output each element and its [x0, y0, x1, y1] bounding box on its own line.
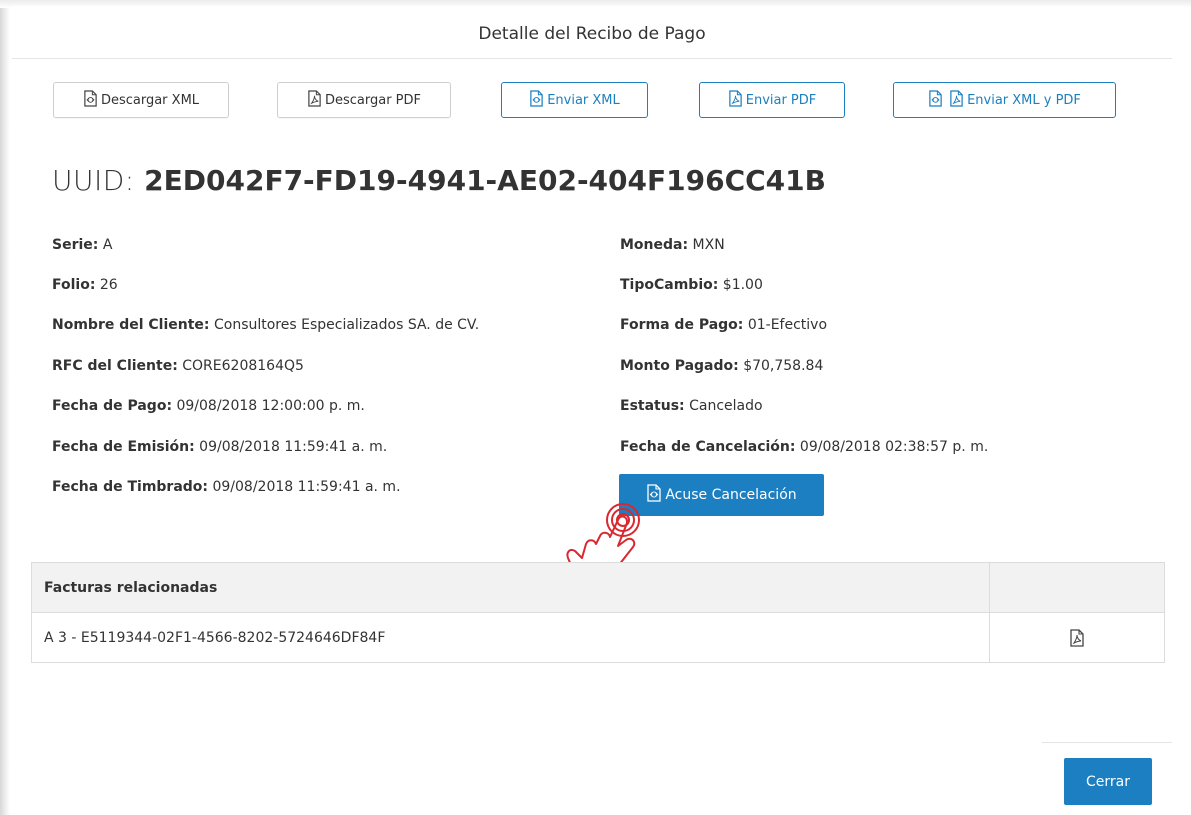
- send-xml-pdf-button[interactable]: Enviar XML y PDF: [893, 82, 1116, 118]
- field-label: Nombre del Cliente:: [52, 317, 210, 333]
- uuid-label: UUID:: [52, 164, 145, 197]
- table-header-row: Facturas relacionadas: [31, 562, 1165, 613]
- download-pdf-label: Descargar PDF: [324, 92, 422, 108]
- send-xml-label: Enviar XML: [547, 92, 620, 108]
- download-pdf-button[interactable]: Descargar PDF: [277, 82, 451, 118]
- field-issue-date: Fecha de Emisión: 09/08/2018 11:59:41 a.…: [52, 439, 387, 455]
- uuid-value: 2ED042F7-FD19-4941-AE02-404F196CC41B: [144, 164, 826, 197]
- field-value: 09/08/2018 02:38:57 p. m.: [795, 439, 989, 455]
- xml-file-icon: [928, 89, 946, 111]
- field-folio: Folio: 26: [52, 277, 118, 293]
- field-client-rfc: RFC del Cliente: CORE6208164Q5: [52, 358, 304, 374]
- field-label: Forma de Pago:: [620, 317, 744, 333]
- field-value: 09/08/2018 11:59:41 a. m.: [208, 479, 401, 495]
- send-xml-pdf-label: Enviar XML y PDF: [967, 92, 1081, 108]
- field-currency: Moneda: MXN: [620, 237, 725, 253]
- field-exchange-rate: TipoCambio: $1.00: [620, 277, 763, 293]
- uuid-heading: UUID: 2ED042F7-FD19-4941-AE02-404F196CC4…: [52, 164, 826, 197]
- related-invoice-pdf-button[interactable]: [989, 612, 1165, 663]
- send-xml-button[interactable]: Enviar XML: [501, 82, 648, 118]
- field-stamp-date: Fecha de Timbrado: 09/08/2018 11:59:41 a…: [52, 479, 401, 495]
- field-value: 09/08/2018 12:00:00 p. m.: [172, 398, 365, 414]
- pdf-file-icon: [949, 89, 967, 111]
- field-label: Monto Pagado:: [620, 358, 739, 374]
- xml-file-icon: [83, 89, 101, 111]
- download-xml-button[interactable]: Descargar XML: [53, 82, 229, 118]
- field-amount-paid: Monto Pagado: $70,758.84: [620, 358, 823, 374]
- field-serie: Serie: A: [52, 237, 112, 253]
- field-label: TipoCambio:: [620, 277, 719, 293]
- field-payment-method: Forma de Pago: 01-Efectivo: [620, 317, 827, 333]
- pdf-file-icon: [728, 89, 746, 111]
- pdf-file-icon: [1069, 628, 1085, 647]
- field-value: 01-Efectivo: [743, 317, 828, 333]
- related-invoice-text: A 3 - E5119344-02F1-4566-8202-5724646DF8…: [31, 612, 990, 663]
- background-edge: [0, 0, 10, 815]
- field-label: Fecha de Emisión:: [52, 439, 195, 455]
- related-invoices-table: Facturas relacionadas A 3 - E5119344-02F…: [31, 562, 1165, 663]
- field-label: Estatus:: [620, 398, 685, 414]
- field-label: Fecha de Pago:: [52, 398, 173, 414]
- header-divider: [12, 58, 1172, 59]
- table-header-invoices: Facturas relacionadas: [31, 562, 990, 613]
- field-value: $70,758.84: [738, 358, 824, 374]
- send-pdf-button[interactable]: Enviar PDF: [699, 82, 845, 118]
- close-button[interactable]: Cerrar: [1064, 758, 1152, 805]
- field-value: A: [98, 237, 113, 253]
- field-client-name: Nombre del Cliente: Consultores Especial…: [52, 317, 479, 333]
- field-label: Fecha de Cancelación:: [620, 439, 796, 455]
- field-value: 09/08/2018 11:59:41 a. m.: [194, 439, 388, 455]
- field-cancellation-date: Fecha de Cancelación: 09/08/2018 02:38:5…: [620, 439, 988, 455]
- table-row: A 3 - E5119344-02F1-4566-8202-5724646DF8…: [31, 612, 1165, 663]
- field-value: $1.00: [718, 277, 763, 293]
- dialog-title: Detalle del Recibo de Pago: [478, 24, 706, 44]
- field-label: Moneda:: [620, 237, 689, 253]
- field-value: CORE6208164Q5: [177, 358, 304, 374]
- xml-file-icon: [529, 89, 547, 111]
- field-payment-date: Fecha de Pago: 09/08/2018 12:00:00 p. m.: [52, 398, 365, 414]
- dialog-header: Detalle del Recibo de Pago: [12, 16, 1172, 60]
- field-label: RFC del Cliente:: [52, 358, 178, 374]
- send-pdf-label: Enviar PDF: [745, 92, 817, 108]
- footer-divider: [1042, 742, 1172, 743]
- pdf-file-icon: [307, 89, 325, 111]
- field-label: Fecha de Timbrado:: [52, 479, 209, 495]
- field-value: MXN: [688, 237, 725, 253]
- field-value: 26: [95, 277, 118, 293]
- field-label: Folio:: [52, 277, 96, 293]
- field-label: Serie:: [52, 237, 99, 253]
- field-status: Estatus: Cancelado: [620, 398, 763, 414]
- field-value: Cancelado: [684, 398, 763, 414]
- table-header-actions: [989, 562, 1165, 613]
- field-value: Consultores Especializados SA. de CV.: [209, 317, 480, 333]
- download-xml-label: Descargar XML: [100, 92, 200, 108]
- cancellation-receipt-label: Acuse Cancelación: [665, 487, 797, 503]
